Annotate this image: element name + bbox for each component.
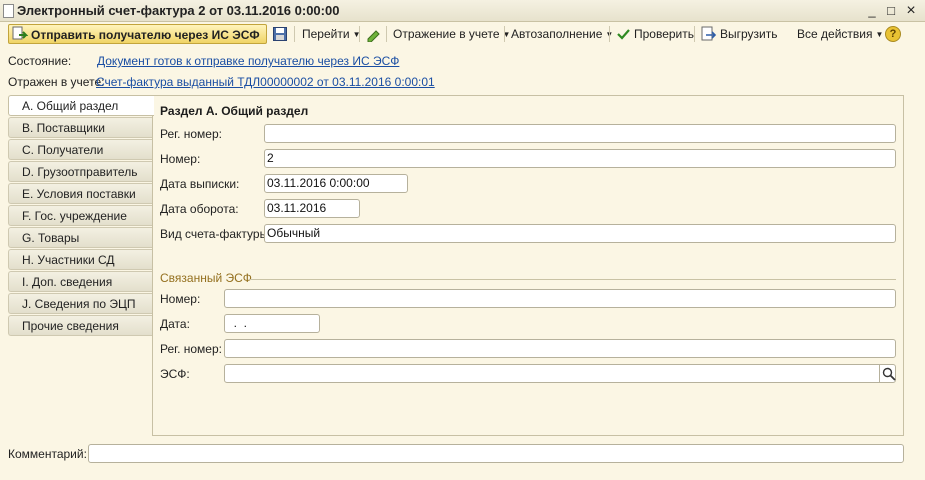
tab-participants[interactable]: Н. Участники СД <box>8 249 153 270</box>
related-number-label: Номер: <box>160 292 201 306</box>
title-bar: Электронный счет-фактура 2 от 03.11.2016… <box>0 0 925 22</box>
autofill-menu[interactable]: Автозаполнение▼ <box>511 24 613 44</box>
goto-menu[interactable]: Перейти ▼ <box>302 24 360 44</box>
save-icon[interactable] <box>273 27 288 42</box>
turnover-date-field[interactable]: 03.11.2016 <box>264 199 360 218</box>
issue-date-label: Дата выписки: <box>160 177 240 191</box>
invoice-type-label: Вид счета-фактуры: <box>160 227 272 241</box>
general-section-panel <box>152 95 904 436</box>
posting-menu[interactable]: Отражение в учете ▼ <box>393 24 510 44</box>
number-field[interactable]: 2 <box>264 149 896 168</box>
tab-government-agency[interactable]: F. Гос. учреждение <box>8 205 153 226</box>
issue-date-field[interactable]: 03.11.2016 0:00:00 <box>264 174 408 193</box>
checkmark-icon <box>617 29 630 40</box>
export-icon <box>701 26 717 41</box>
send-document-icon <box>12 26 28 40</box>
reg-number-field[interactable] <box>264 124 896 143</box>
related-esf-label: ЭСФ: <box>160 367 190 381</box>
state-label: Состояние: <box>8 54 72 68</box>
tab-recipients[interactable]: С. Получатели <box>8 139 153 160</box>
tab-signature-info[interactable]: J. Сведения по ЭЦП <box>8 293 153 314</box>
tab-delivery-terms[interactable]: Е. Условия поставки <box>8 183 153 204</box>
maximize-button[interactable]: □ <box>883 3 899 19</box>
document-icon <box>3 4 14 18</box>
tab-additional-info[interactable]: I. Доп. сведения <box>8 271 153 292</box>
goto-label: Перейти <box>302 27 350 41</box>
related-esf-field[interactable] <box>224 364 896 383</box>
toolbar: Отправить получателю через ИС ЭСФ Перейт… <box>0 22 925 46</box>
export-label: Выгрузить <box>720 27 778 41</box>
help-icon[interactable]: ? <box>885 26 901 42</box>
autofill-label: Автозаполнение <box>511 27 603 41</box>
posting-label: Отражение в учете <box>393 27 500 41</box>
related-reg-number-label: Рег. номер: <box>160 342 222 356</box>
invoice-type-field[interactable]: Обычный <box>264 224 896 243</box>
check-label: Проверить <box>634 27 695 41</box>
send-via-esf-button[interactable]: Отправить получателю через ИС ЭСФ <box>8 24 267 44</box>
all-actions-label: Все действия <box>797 27 873 41</box>
close-button[interactable]: × <box>903 3 919 19</box>
window-title: Электронный счет-фактура 2 от 03.11.2016… <box>17 3 340 18</box>
related-reg-number-field[interactable] <box>224 339 896 358</box>
check-button[interactable]: Проверить <box>617 24 694 44</box>
number-label: Номер: <box>160 152 201 166</box>
chevron-down-icon: ▼ <box>875 30 884 39</box>
posted-link[interactable]: Счет-фактура выданный ТДЛ00000002 от 03.… <box>96 75 435 89</box>
related-date-field[interactable]: . . <box>224 314 320 333</box>
all-actions-menu[interactable]: Все действия ▼ <box>797 24 883 44</box>
related-number-field[interactable] <box>224 289 896 308</box>
tab-goods[interactable]: G. Товары <box>8 227 153 248</box>
comment-field[interactable] <box>88 444 904 463</box>
tab-other-info[interactable]: Прочие сведения <box>8 315 153 336</box>
search-icon <box>882 367 896 381</box>
edit-pencil-icon[interactable] <box>366 27 381 42</box>
reg-number-label: Рег. номер: <box>160 127 222 141</box>
send-via-esf-label: Отправить получателю через ИС ЭСФ <box>31 28 260 42</box>
tab-general-section[interactable]: А. Общий раздел <box>8 95 154 116</box>
section-heading: Раздел А. Общий раздел <box>160 104 309 118</box>
group-divider <box>249 279 896 280</box>
posted-label: Отражен в учете: <box>8 75 105 89</box>
tab-shipper[interactable]: D. Грузоотправитель <box>8 161 153 182</box>
turnover-date-label: Дата оборота: <box>160 202 239 216</box>
state-link[interactable]: Документ готов к отправке получателю чер… <box>97 54 399 68</box>
related-esf-title: Связанный ЭСФ <box>160 271 252 285</box>
minimize-button[interactable]: _ <box>864 3 880 19</box>
comment-label: Комментарий: <box>8 447 87 461</box>
tab-suppliers[interactable]: В. Поставщики <box>8 117 153 138</box>
export-button[interactable]: Выгрузить <box>701 24 778 44</box>
related-date-label: Дата: <box>160 317 190 331</box>
esf-select-button[interactable] <box>879 365 896 382</box>
